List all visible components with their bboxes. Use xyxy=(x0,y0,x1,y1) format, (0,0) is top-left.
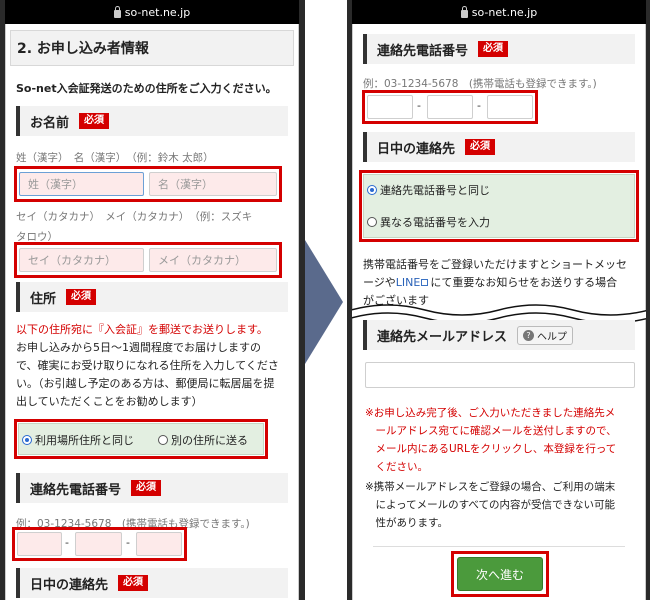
email-note: ールアドレス宛てに確認メールを送付しますので、 xyxy=(365,425,617,437)
help-label: ヘルプ xyxy=(537,331,568,343)
phone-last-input[interactable] xyxy=(136,532,182,556)
address-notice-line: お申し込みから5日〜1週間程度でお届けしますの xyxy=(16,341,261,354)
phone-area-input[interactable] xyxy=(17,532,62,556)
right-phone-screen: so-net.ne.jp 連絡先電話番号 必須 例：03-1234-5678 (… xyxy=(352,0,646,600)
phone-dash: - xyxy=(417,99,421,112)
line-link[interactable]: LINE xyxy=(396,276,421,289)
kanji-hint: 姓（漢字） 名（漢字） （例：鈴木 太郎） xyxy=(16,152,214,164)
lock-icon xyxy=(113,5,121,18)
address-notice-line: 出していただくことをお勧めします） xyxy=(16,395,203,408)
help-icon: ? xyxy=(523,329,535,341)
url-text: so-net.ne.jp xyxy=(124,5,191,19)
help-button[interactable]: ? ヘルプ xyxy=(517,325,574,345)
required-badge: 必須 xyxy=(131,480,162,496)
radio-unchecked-icon xyxy=(367,217,377,227)
last-name-kanji-input[interactable]: 姓（漢字） xyxy=(19,172,144,196)
email-note: ※お申し込み完了後、ご入力いただきました連絡先メ xyxy=(365,407,616,419)
phone-dash: - xyxy=(126,536,130,549)
address-intro: So-net入会証発送のための住所をご入力ください。 xyxy=(16,82,277,95)
form-content: 2. お申し込み者情報 So-net入会証発送のための住所をご入力ください。 お… xyxy=(5,24,299,600)
first-name-kanji-input[interactable]: 名（漢字） xyxy=(149,172,277,196)
email-heading-label: 連絡先メールアドレス xyxy=(377,329,508,345)
section-title: 2. お申し込み者情報 xyxy=(10,30,294,66)
required-badge: 必須 xyxy=(465,139,496,155)
form-content: 連絡先電話番号 必須 例：03-1234-5678 (携帯電話も登録できます。)… xyxy=(352,24,646,600)
url-text: so-net.ne.jp xyxy=(471,5,538,19)
email-note: ください。 xyxy=(365,461,428,473)
required-badge: 必須 xyxy=(66,289,97,305)
radio-same-phone[interactable]: 連絡先電話番号と同じ xyxy=(367,182,490,198)
info-line: 携帯電話番号をご登録いただけますとショートメッセ xyxy=(363,258,627,271)
radio-same-address[interactable]: 利用場所住所と同じ xyxy=(22,432,134,448)
radio-unchecked-icon xyxy=(158,435,168,445)
email-note: 性があります。 xyxy=(365,517,448,529)
radio-label: 別の住所に送る xyxy=(171,434,248,447)
address-heading: 住所 必須 xyxy=(16,282,288,312)
radio-checked-icon xyxy=(367,185,377,195)
phone-dash: - xyxy=(477,99,481,112)
radio-label: 異なる電話番号を入力 xyxy=(380,216,490,229)
info-line: ージやLINE にて重要なお知らせをお送りする場合 xyxy=(363,274,617,292)
phone-middle-input[interactable] xyxy=(427,95,473,119)
address-notice-line: で、確実にお受け取りになれる住所を入力してくださ xyxy=(16,359,279,372)
last-name-kana-input[interactable]: セイ（カタカナ） xyxy=(19,248,144,272)
browser-address-bar[interactable]: so-net.ne.jp xyxy=(352,0,646,24)
daytime-heading: 日中の連絡先 必須 xyxy=(16,568,288,598)
phone-middle-input[interactable] xyxy=(75,532,122,556)
phone-heading-label: 連絡先電話番号 xyxy=(377,43,469,59)
radio-other-address[interactable]: 別の住所に送る xyxy=(158,432,248,448)
address-notice-line: い。（お引越し予定のある方は、郵便局に転居届を提 xyxy=(16,377,275,390)
name-heading: お名前 必須 xyxy=(16,106,288,136)
email-note: ※携帯メールアドレスをご登録の場合、ご利用の端末 xyxy=(365,481,616,493)
email-note: によってメールのすべての内容が受信できない可能 xyxy=(365,499,616,511)
radio-checked-icon xyxy=(22,435,32,445)
phone-heading: 連絡先電話番号 必須 xyxy=(363,34,635,64)
email-heading: 連絡先メールアドレス ? ヘルプ xyxy=(363,320,635,350)
required-badge: 必須 xyxy=(478,41,509,57)
external-link-icon xyxy=(421,279,429,286)
email-note: メール内にあるURLをクリックし、本登録を行って xyxy=(365,443,617,455)
address-heading-label: 住所 xyxy=(30,291,57,307)
radio-label: 利用場所住所と同じ xyxy=(35,434,134,447)
phone-hint: 例：03-1234-5678 (携帯電話も登録できます。) xyxy=(363,78,597,90)
address-notice-red: 以下の住所宛に『入会証』を郵送でお送りします。 xyxy=(16,323,268,336)
transition-arrow xyxy=(305,240,343,364)
info-text: ージや xyxy=(363,276,396,289)
radio-other-phone[interactable]: 異なる電話番号を入力 xyxy=(367,214,490,230)
phone-heading-label: 連絡先電話番号 xyxy=(30,482,122,498)
next-button[interactable]: 次へ進む xyxy=(457,557,543,591)
email-input[interactable] xyxy=(365,362,635,388)
divider xyxy=(373,546,625,547)
left-phone-screen: so-net.ne.jp 2. お申し込み者情報 So-net入会証発送のための… xyxy=(5,0,299,600)
first-name-kana-input[interactable]: メイ（カタカナ） xyxy=(149,248,277,272)
name-heading-label: お名前 xyxy=(30,115,70,131)
phone-last-input[interactable] xyxy=(487,95,533,119)
phone-heading: 連絡先電話番号 必須 xyxy=(16,473,288,503)
radio-label: 連絡先電話番号と同じ xyxy=(380,184,490,197)
browser-address-bar[interactable]: so-net.ne.jp xyxy=(5,0,299,24)
daytime-heading: 日中の連絡先 必須 xyxy=(363,132,635,162)
required-badge: 必須 xyxy=(79,113,110,129)
daytime-heading-label: 日中の連絡先 xyxy=(30,577,109,593)
required-badge: 必須 xyxy=(118,575,149,591)
phone-dash: - xyxy=(65,536,69,549)
kana-hint: セイ（カタカナ） メイ（カタカナ） （例：スズキ xyxy=(16,211,253,223)
lock-icon xyxy=(460,5,468,18)
daytime-heading-label: 日中の連絡先 xyxy=(377,141,456,157)
phone-area-input[interactable] xyxy=(367,95,413,119)
info-text: にて重要なお知らせをお送りする場合 xyxy=(430,276,618,289)
